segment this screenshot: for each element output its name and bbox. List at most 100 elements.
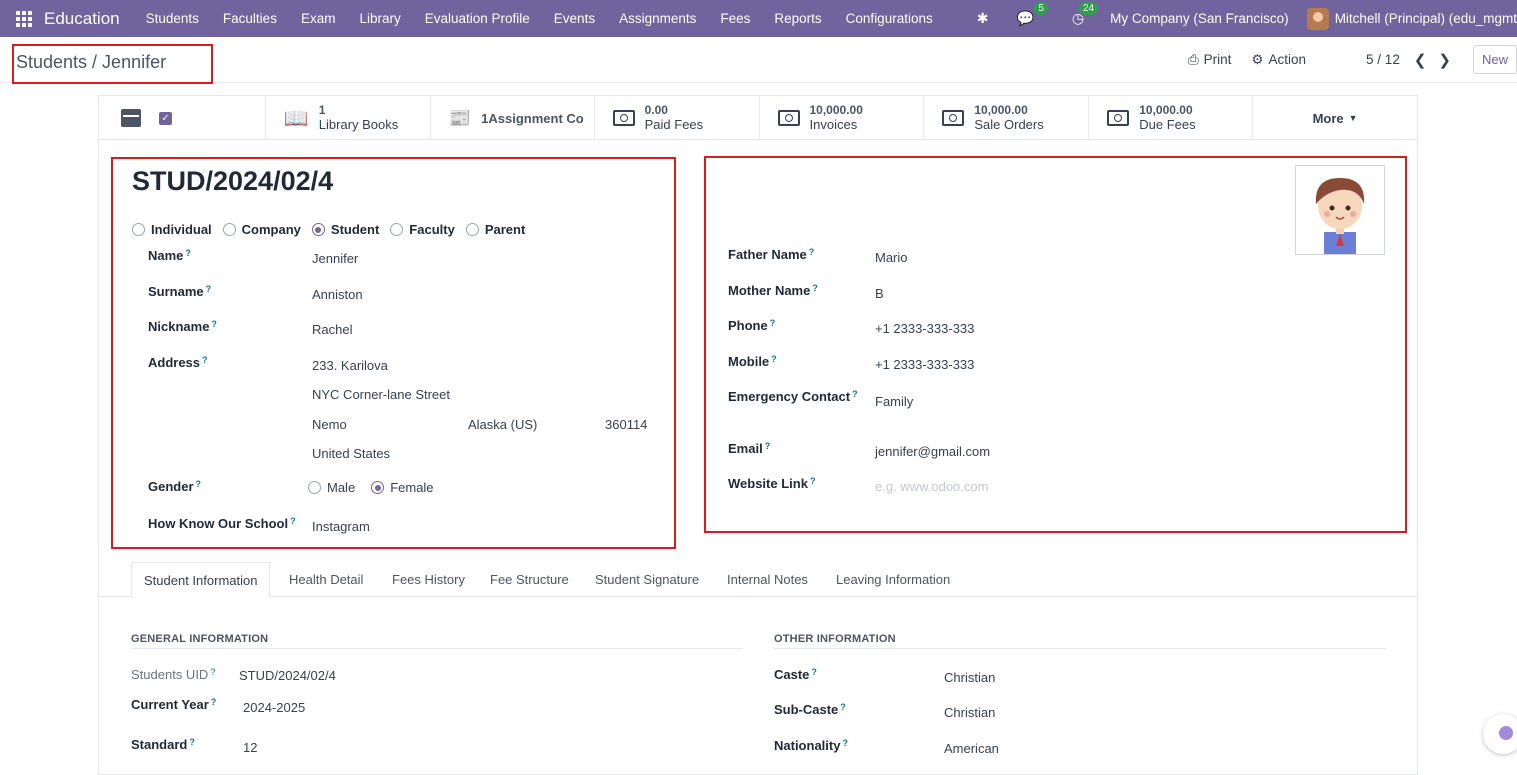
menu-evaluation-profile[interactable]: Evaluation Profile [413, 0, 542, 37]
due-fees-button[interactable]: 10,000.00 Due Fees [1088, 96, 1252, 140]
website-input[interactable]: e.g. www.odoo.com [875, 479, 988, 494]
smart-button-bar: ✓ 📖 1 Library Books 📰 1Assignment Co 0.00… [99, 96, 1417, 140]
radio-circle-icon [308, 481, 321, 494]
money-icon [612, 110, 635, 126]
user-menu[interactable]: Mitchell (Principal) (edu_mgmt [1335, 11, 1517, 26]
menu-library[interactable]: Library [347, 0, 412, 37]
gender-male-radio[interactable]: Male [308, 480, 355, 495]
current-year-field[interactable]: 2024-2025 [243, 700, 305, 715]
new-button[interactable]: New [1472, 45, 1517, 74]
help-icon: ? [852, 389, 858, 399]
top-navbar: Education Students Faculties Exam Librar… [0, 0, 1517, 37]
more-button[interactable]: More ▼ [1252, 96, 1417, 140]
radio-company[interactable]: Company [222, 222, 301, 237]
pager-next-icon[interactable]: ❯ [1438, 51, 1451, 69]
help-icon: ? [205, 284, 212, 294]
tab-leaving-information[interactable]: Leaving Information [836, 562, 950, 597]
radio-individual[interactable]: Individual [132, 222, 212, 237]
mother-name-field[interactable]: B [875, 286, 884, 301]
help-icon: ? [210, 697, 217, 707]
mobile-field[interactable]: +1 2333-333-333 [875, 357, 974, 372]
gender-radio-group: Male Female [308, 480, 445, 495]
invoices-button[interactable]: 10,000.00 Invoices [758, 96, 924, 140]
gender-female-radio[interactable]: Female [371, 480, 434, 495]
pager-prev-icon[interactable]: ❮ [1414, 51, 1427, 69]
checkbox-checked-icon[interactable]: ✓ [159, 111, 172, 125]
state-field[interactable]: Alaska (US) [468, 417, 537, 432]
app-brand[interactable]: Education [44, 9, 120, 29]
action-button[interactable]: ⚙ Action [1251, 52, 1306, 68]
sale-orders-button[interactable]: 10,000.00 Sale Orders [923, 96, 1088, 140]
help-icon: ? [211, 319, 217, 329]
radio-student[interactable]: Student [311, 222, 379, 237]
email-field[interactable]: jennifer@gmail.com [875, 444, 990, 459]
menu-fees[interactable]: Fees [708, 0, 762, 37]
library-books-button[interactable]: 📖 1 Library Books [264, 96, 430, 140]
phone-field[interactable]: +1 2333-333-333 [875, 321, 974, 336]
menu-exam[interactable]: Exam [289, 0, 348, 37]
country-field[interactable]: United States [312, 446, 390, 461]
archive-icon[interactable] [121, 109, 141, 127]
name-label: Name? [148, 248, 191, 263]
chat-icon[interactable]: 💬 5 [1016, 2, 1048, 27]
menu-students[interactable]: Students [134, 0, 211, 37]
print-button[interactable]: ⎙ Print [1188, 52, 1232, 68]
menu-configurations[interactable]: Configurations [834, 0, 945, 37]
current-year-label: Current Year? [131, 697, 217, 712]
radio-parent[interactable]: Parent [465, 222, 525, 237]
money-icon [1107, 110, 1130, 126]
caste-label: Caste? [774, 667, 817, 682]
assistant-bubble-icon[interactable] [1483, 714, 1517, 754]
name-field[interactable]: Jennifer [312, 251, 358, 266]
nickname-field[interactable]: Rachel [312, 322, 352, 337]
company-switcher[interactable]: My Company (San Francisco) [1110, 11, 1289, 26]
pager-value[interactable]: 5 / 12 [1366, 52, 1400, 67]
street2-field[interactable]: NYC Corner-lane Street [312, 387, 450, 402]
menu-events[interactable]: Events [542, 0, 607, 37]
menu-reports[interactable]: Reports [762, 0, 833, 37]
surname-field[interactable]: Anniston [312, 287, 363, 302]
clock-icon[interactable]: ◷ 24 [1072, 2, 1099, 27]
user-avatar[interactable] [1306, 7, 1329, 30]
menu-faculties[interactable]: Faculties [211, 0, 289, 37]
sub-caste-field[interactable]: Christian [944, 705, 995, 720]
help-icon: ? [769, 318, 776, 328]
parent-contact-box: Father Name? Mario Mother Name? B Phone?… [704, 156, 1407, 533]
tab-health-detail[interactable]: Health Detail [289, 562, 363, 597]
help-icon: ? [840, 702, 846, 712]
zip-field[interactable]: 360114 [605, 417, 647, 432]
paid-fees-button[interactable]: 0.00 Paid Fees [593, 96, 759, 140]
tab-student-information[interactable]: Student Information [131, 562, 271, 598]
general-information-title: GENERAL INFORMATION [131, 633, 269, 645]
caste-field[interactable]: Christian [944, 670, 995, 685]
street-field[interactable]: 233. Karilova [312, 358, 388, 373]
city-field[interactable]: Nemo [312, 417, 347, 432]
nationality-field[interactable]: American [944, 741, 999, 756]
tab-internal-notes[interactable]: Internal Notes [727, 562, 808, 597]
email-label: Email? [728, 441, 771, 456]
help-icon: ? [764, 441, 771, 451]
emergency-contact-field[interactable]: Family [875, 394, 913, 409]
printer-icon: ⎙ [1187, 51, 1199, 67]
assignment-button[interactable]: 📰 1Assignment Co [429, 96, 594, 140]
student-details-box: STUD/2024/02/4 Individual Company Studen… [111, 157, 676, 549]
activities-badge: 24 [1079, 2, 1099, 15]
student-avatar-icon [1315, 178, 1365, 254]
tab-student-signature[interactable]: Student Signature [595, 562, 699, 597]
help-icon: ? [202, 355, 208, 365]
messages-badge: 5 [1034, 2, 1048, 15]
breadcrumb[interactable]: Students / Jennifer [12, 44, 213, 84]
student-photo[interactable] [1295, 165, 1385, 255]
radio-faculty[interactable]: Faculty [390, 222, 455, 237]
apps-grid-icon[interactable] [16, 10, 32, 27]
bug-icon[interactable]: ✱ [977, 10, 989, 27]
father-name-field[interactable]: Mario [875, 250, 908, 265]
radio-circle-icon [132, 223, 145, 236]
how-know-field[interactable]: Instagram [312, 519, 370, 534]
tab-fee-structure[interactable]: Fee Structure [490, 562, 569, 597]
standard-field[interactable]: 12 [243, 740, 257, 755]
nickname-label: Nickname? [148, 319, 217, 334]
radio-selected-icon [311, 223, 325, 236]
menu-assignments[interactable]: Assignments [607, 0, 708, 37]
tab-fees-history[interactable]: Fees History [392, 562, 465, 597]
